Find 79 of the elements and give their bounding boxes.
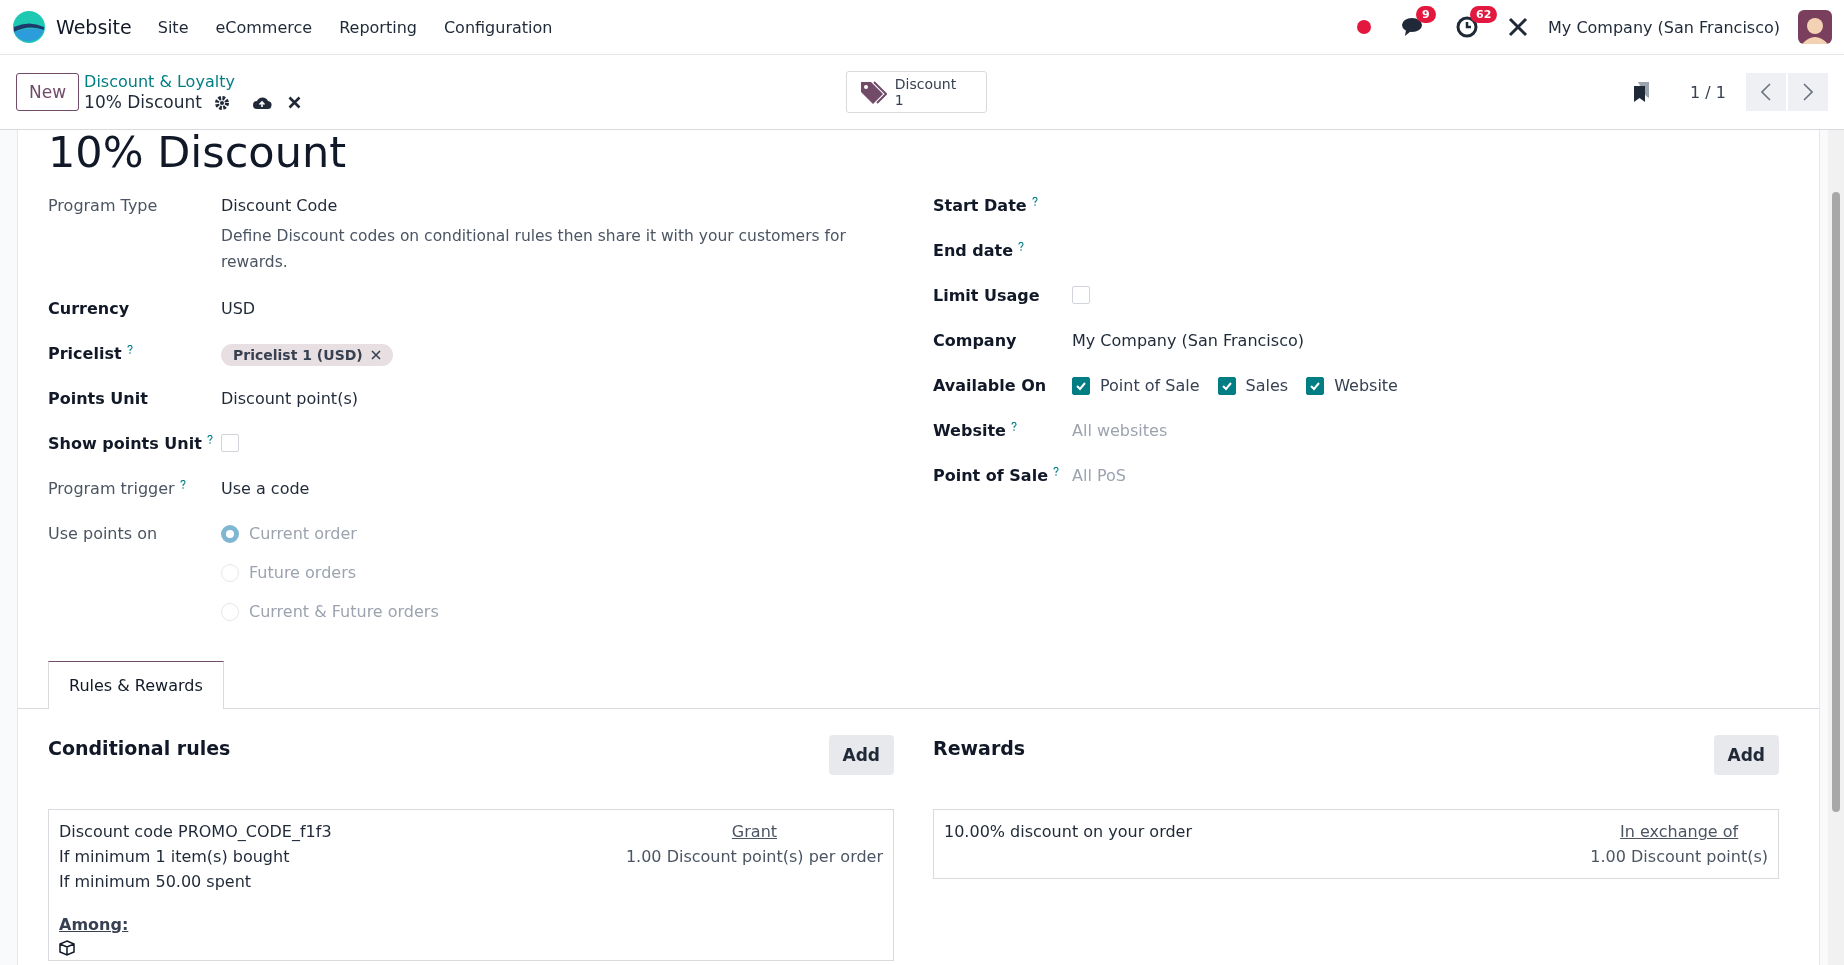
field-label: Program Type	[48, 196, 158, 215]
menu-item[interactable]: Site	[157, 17, 189, 37]
message-count-badge: 9	[1416, 6, 1436, 23]
tags-icon	[858, 80, 887, 104]
menu-item[interactable]: Configuration	[443, 17, 553, 37]
field-value: My Company (San Francisco)	[1072, 331, 1304, 350]
company-switcher[interactable]: My Company (San Francisco)	[1548, 17, 1780, 37]
card-detail: 1.00 Discount point(s)	[1590, 847, 1768, 866]
help-icon[interactable]	[1010, 422, 1017, 431]
field-label: Show points Unit	[48, 434, 202, 453]
chevron-left-icon	[1761, 83, 1771, 101]
activity-count-badge: 62	[1470, 6, 1498, 23]
record-title: 10% Discount	[48, 130, 348, 172]
card-line: If minimum 1 item(s) bought	[59, 847, 291, 866]
menu-item[interactable]: Reporting	[339, 17, 417, 37]
card-line: 10.00% discount on your order	[944, 822, 1192, 841]
section-heading: Rewards	[933, 736, 1026, 759]
among-label: Among:	[59, 915, 130, 934]
tab[interactable]: Rules & Rewards	[48, 661, 224, 709]
section-heading: Conditional rules	[48, 736, 231, 759]
checkbox-option[interactable]: Point of Sale	[1072, 376, 1200, 395]
cloud-upload-icon[interactable]	[251, 94, 272, 111]
field-label: Pricelist	[48, 344, 122, 363]
field-label: Currency	[48, 299, 130, 318]
record-name: 10% Discount	[84, 92, 202, 113]
bookmark-icon[interactable]	[1632, 81, 1651, 103]
field-label: Use points on	[48, 524, 158, 543]
breadcrumb-link[interactable]: Discount & Loyalty	[84, 71, 301, 92]
checkbox-option[interactable]: Sales	[1217, 376, 1289, 395]
checkbox[interactable]	[1072, 376, 1090, 395]
reward-card[interactable]: 10.00% discount on your order In exchange of 1.00 Discount point(s)	[933, 809, 1779, 879]
chevron-right-icon	[1803, 83, 1813, 101]
field-value: USD	[221, 299, 256, 318]
card-line: Discount code PROMO_CODE_f1f3	[59, 822, 332, 841]
field-label: Point of Sale	[933, 466, 1048, 485]
help-icon[interactable]	[1053, 467, 1059, 476]
rule-card[interactable]: Discount code PROMO_CODE_f1f3 If minimum 1 item(s) bought If minimum 50.00 spent Among: Grant 1.00 Discount point(s) per order	[48, 809, 894, 961]
field-label: Limit Usage	[933, 286, 1040, 305]
radio-button[interactable]	[221, 524, 239, 543]
card-link[interactable]: Grant	[731, 822, 778, 841]
help-icon[interactable]	[206, 435, 213, 444]
field-description: Define Discount codes on conditional rules then share it with your customers for rewards.	[221, 226, 847, 273]
help-icon[interactable]	[126, 345, 133, 354]
new-button[interactable]: New	[16, 73, 80, 111]
field-label: Points Unit	[48, 389, 148, 408]
field-value: Use a code	[221, 479, 310, 498]
card-line: If minimum 50.00 spent	[59, 872, 253, 891]
card-link[interactable]: In exchange of	[1620, 822, 1739, 841]
scrollbar[interactable]	[1828, 130, 1844, 965]
field-label: Company	[933, 331, 1017, 350]
smart-button[interactable]: Discount 1	[845, 71, 988, 113]
app-name[interactable]: Website	[56, 16, 132, 38]
checkbox[interactable]	[1306, 376, 1325, 395]
logo-icon	[12, 10, 46, 44]
field-value: Discount Code	[221, 196, 338, 215]
gear-icon[interactable]	[213, 94, 230, 111]
close-icon[interactable]	[287, 96, 301, 109]
field-label: Available On	[933, 376, 1047, 395]
pricelist-tag[interactable]: Pricelist 1 (USD)	[221, 344, 393, 366]
pager-value[interactable]: 1 / 1	[1690, 82, 1726, 102]
checkbox-option[interactable]: Website	[1306, 376, 1398, 395]
field-value: Discount point(s)	[221, 389, 358, 408]
field-label: End date	[933, 241, 1014, 260]
field-label: Program trigger	[48, 479, 175, 498]
field-label: Website	[933, 421, 1006, 440]
checkbox[interactable]	[1217, 376, 1236, 395]
card-detail: 1.00 Discount point(s) per order	[625, 847, 883, 866]
add-button[interactable]: Add	[828, 735, 894, 775]
clock-icon[interactable]	[1456, 16, 1479, 38]
add-button[interactable]: Add	[1713, 735, 1779, 775]
recording-dot-icon[interactable]	[1356, 19, 1373, 35]
remove-icon[interactable]	[370, 350, 381, 360]
user-avatar[interactable]	[1798, 10, 1832, 44]
help-icon[interactable]	[1031, 197, 1038, 206]
field-label: Start Date	[933, 196, 1027, 215]
help-icon[interactable]	[1018, 242, 1025, 251]
menu-item[interactable]: eCommerce	[215, 17, 313, 37]
help-icon[interactable]	[179, 480, 186, 489]
cube-icon	[59, 940, 75, 956]
